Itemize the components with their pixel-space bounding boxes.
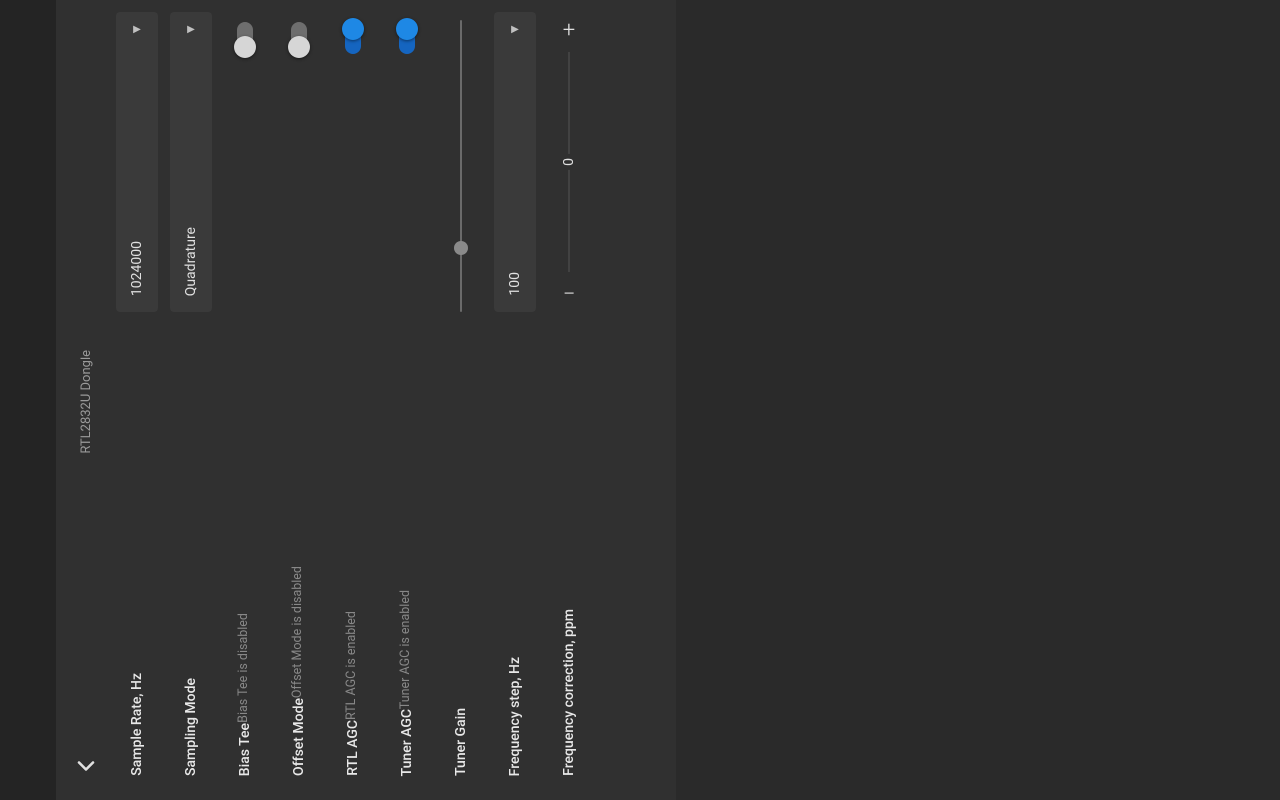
empty-area [676, 0, 1280, 800]
freq-step-value: 100 [507, 272, 523, 296]
tuner-agc-control [386, 12, 428, 54]
offset-mode-setting: Offset Mode is disabled Offset Mode [272, 10, 326, 780]
chevron-down-icon [72, 752, 100, 780]
sample-rate-value: 1024000 [129, 241, 145, 296]
dropdown-arrow-icon: ▶ [187, 24, 195, 35]
freq-corr-labels: Frequency correction, ppm [542, 609, 596, 780]
slider-thumb[interactable] [454, 241, 468, 255]
rtl-agc-labels: RTL AGC is enabled RTL AGC [326, 611, 380, 780]
freq-step-label: Frequency step, Hz [507, 657, 523, 776]
offset-mode-labels: Offset Mode is disabled Offset Mode [272, 566, 326, 780]
freq-corr-label: Frequency correction, ppm [561, 609, 577, 776]
offset-mode-switch[interactable] [291, 22, 307, 54]
sampling-mode-labels: Sampling Mode [164, 678, 218, 780]
panel-title: RTL2832U Dongle [79, 350, 94, 454]
freq-step-labels: Frequency step, Hz [488, 657, 542, 780]
tuner-gain-control [440, 12, 482, 316]
minus-icon: − [563, 282, 576, 307]
freq-corr-control: + 0 − [548, 12, 590, 312]
settings-panel: RTL2832U Dongle ▶ 1024000 Sample Rate, H… [56, 0, 676, 800]
offset-mode-status: Offset Mode is disabled [290, 566, 305, 698]
freq-corr-stepper: + 0 − [548, 12, 590, 312]
bias-tee-switch[interactable] [237, 22, 253, 54]
freq-corr-increment-button[interactable]: + [555, 16, 583, 44]
plus-icon: + [563, 18, 575, 43]
sample-rate-setting: ▶ 1024000 Sample Rate, Hz [110, 10, 164, 780]
offset-mode-label: Offset Mode [291, 698, 307, 776]
sample-rate-label: Sample Rate, Hz [129, 673, 145, 776]
tuner-agc-labels: Tuner AGC is enabled Tuner AGC [380, 590, 434, 780]
app-root: RTL2832U Dongle ▶ 1024000 Sample Rate, H… [0, 0, 1280, 800]
bias-tee-setting: Bias Tee is disabled Bias Tee [218, 10, 272, 780]
tuner-gain-labels: Tuner Gain [434, 708, 488, 780]
bias-tee-label: Bias Tee [237, 723, 253, 776]
switch-thumb [396, 18, 418, 40]
bias-tee-status: Bias Tee is disabled [236, 613, 251, 723]
sampling-mode-value: Quadrature [183, 227, 199, 296]
tuner-gain-slider[interactable] [440, 16, 482, 316]
freq-step-setting: ▶ 100 Frequency step, Hz [488, 10, 542, 780]
freq-corr-setting: + 0 − Frequency correction, ppm [542, 10, 596, 780]
tuner-agc-switch[interactable] [399, 22, 415, 54]
freq-step-dropdown[interactable]: ▶ 100 [494, 12, 536, 312]
switch-thumb [288, 36, 310, 58]
rtl-agc-status: RTL AGC is enabled [344, 611, 359, 720]
dropdown-arrow-icon: ▶ [511, 24, 519, 35]
freq-corr-decrement-button[interactable]: − [555, 280, 583, 308]
switch-thumb [234, 36, 256, 58]
sampling-mode-setting: ▶ Quadrature Sampling Mode [164, 10, 218, 780]
tuner-agc-setting: Tuner AGC is enabled Tuner AGC [380, 10, 434, 780]
bias-tee-control [224, 12, 266, 54]
left-sidebar [0, 0, 56, 800]
bias-tee-labels: Bias Tee is disabled Bias Tee [218, 613, 272, 780]
stepper-track[interactable]: 0 [548, 44, 590, 280]
rtl-agc-setting: RTL AGC is enabled RTL AGC [326, 10, 380, 780]
sampling-mode-dropdown[interactable]: ▶ Quadrature [170, 12, 212, 312]
sample-rate-labels: Sample Rate, Hz [110, 673, 164, 780]
tuner-gain-label: Tuner Gain [453, 708, 469, 776]
rtl-agc-label: RTL AGC [345, 720, 361, 776]
tuner-agc-status: Tuner AGC is enabled [398, 590, 413, 709]
dropdown-arrow-icon: ▶ [133, 24, 141, 35]
freq-corr-value: 0 [561, 154, 577, 170]
switch-thumb [342, 18, 364, 40]
offset-mode-control [278, 12, 320, 54]
rtl-agc-control [332, 12, 374, 54]
collapse-panel-button[interactable] [72, 752, 100, 780]
panel-header: RTL2832U Dongle [62, 10, 110, 780]
slider-track [460, 20, 462, 312]
sampling-mode-label: Sampling Mode [183, 678, 199, 776]
tuner-gain-setting: Tuner Gain [434, 10, 488, 780]
sample-rate-dropdown[interactable]: ▶ 1024000 [116, 12, 158, 312]
rtl-agc-switch[interactable] [345, 22, 361, 54]
tuner-agc-label: Tuner AGC [399, 709, 415, 776]
